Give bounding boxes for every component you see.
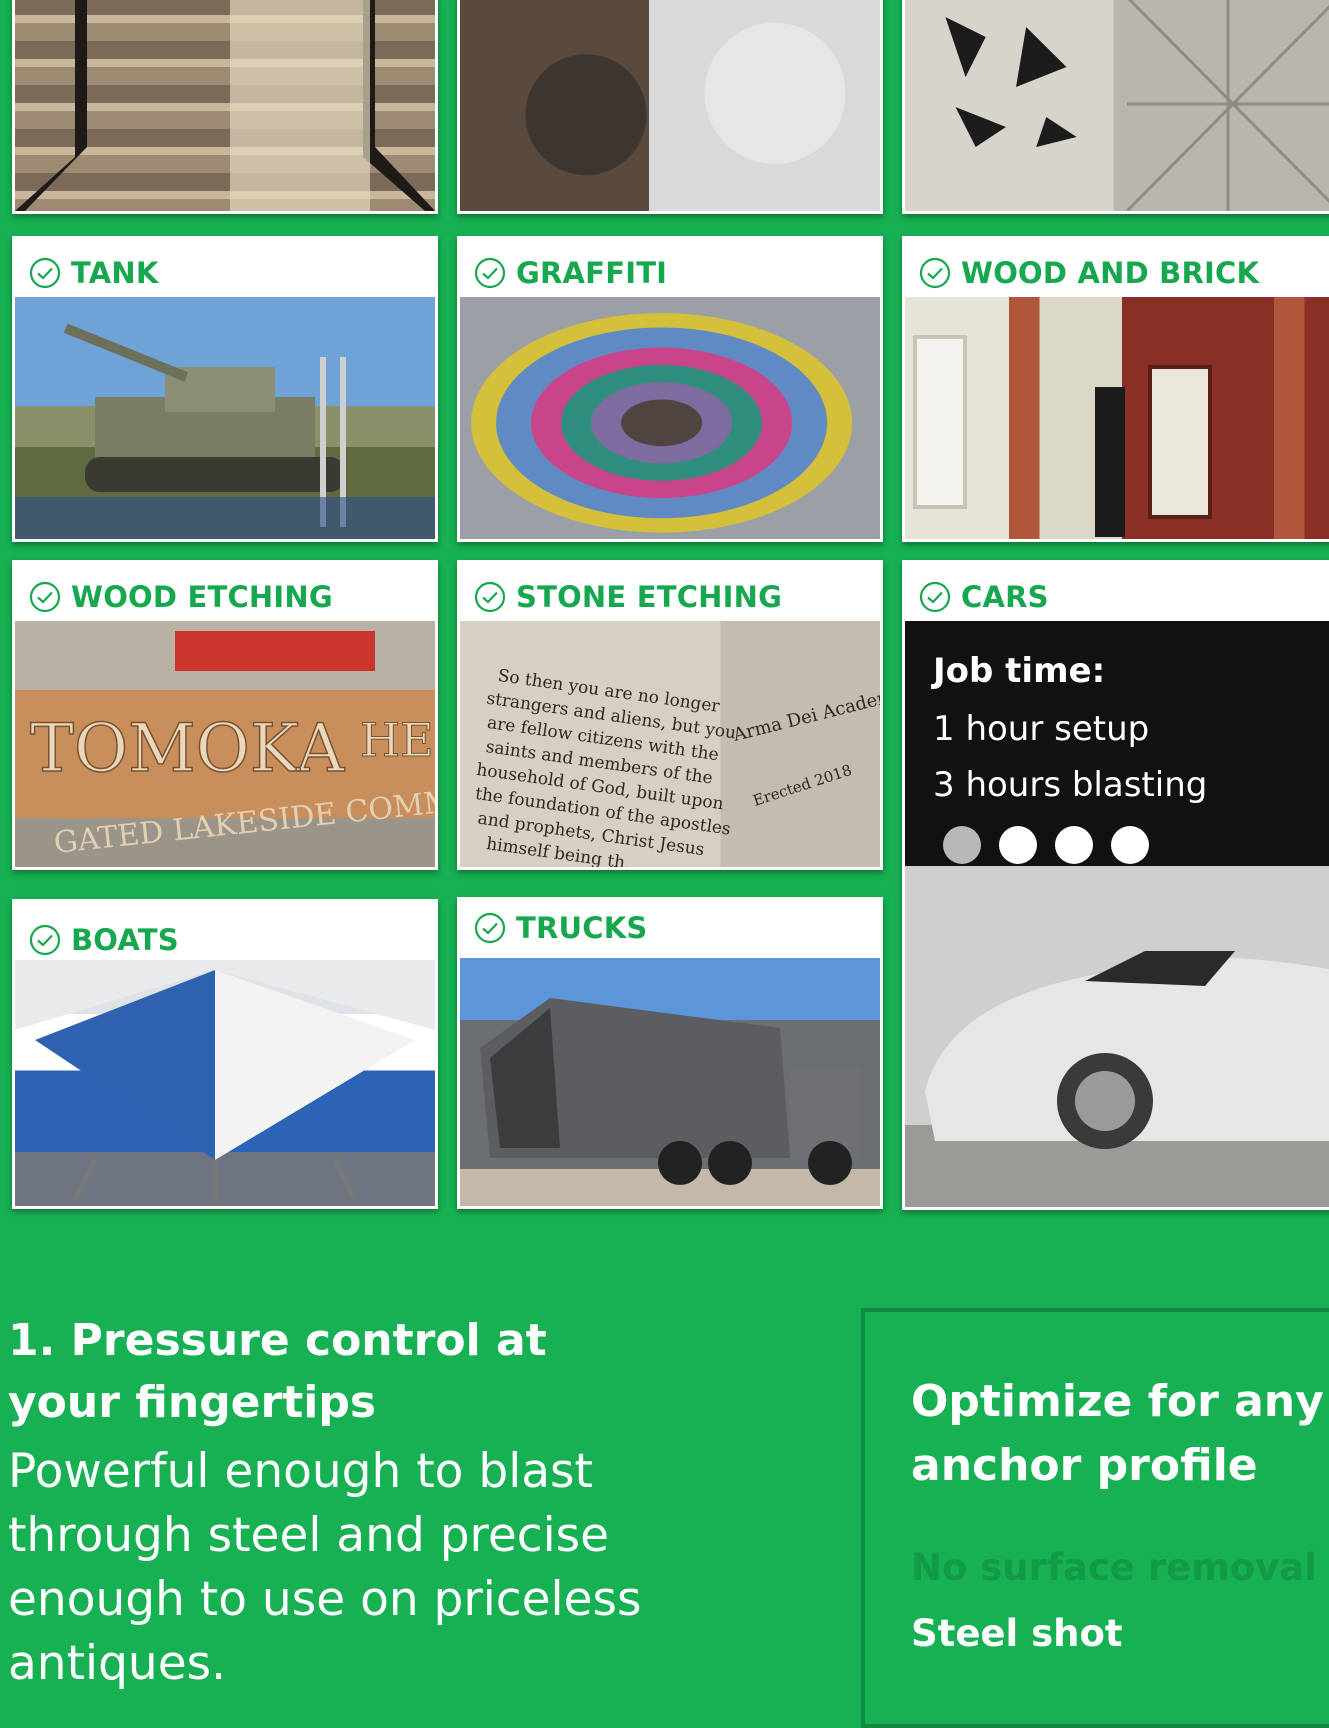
card-label-text: CARS [961,580,1049,614]
graffiti-photo [460,297,880,539]
gallery-card-wood-and-brick: WOOD AND BRICK [902,236,1329,542]
gallery-card-ceiling [902,0,1329,214]
check-circle-icon [29,257,61,289]
profile-option-inactive[interactable]: No surface removal [911,1546,1317,1589]
tank-photo [15,297,435,539]
card-label-text: STONE ETCHING [516,580,783,614]
card-label: WOOD ETCHING [29,577,333,617]
gallery-card-wheels [457,0,883,214]
job-time-panel: Job time: 1 hour setup 3 hours blasting [905,621,1329,866]
optimize-box-title: Optimize for any anchor profile [911,1370,1329,1498]
stone-side-text-2: Erected 2018 [751,761,854,810]
gallery-card-stairs [12,0,438,214]
card-label: TRUCKS [474,908,648,948]
feature-body-line: enough to use on priceless [8,1572,642,1627]
sign-text-line1b: HEI [360,713,435,767]
check-circle-icon [474,912,506,944]
card-label: BOATS [29,920,179,960]
carousel-dot-3[interactable] [1055,826,1093,864]
sign-text-line2: GATED LAKESIDE COMMU [52,781,435,860]
optimize-title-line1: Optimize for any [911,1376,1324,1427]
card-label-text: BOATS [71,923,179,957]
check-circle-icon [919,581,951,613]
profile-option-active[interactable]: Steel shot [911,1612,1123,1655]
ceiling-photo [905,0,1329,211]
card-label-text: TANK [71,256,159,290]
card-label: STONE ETCHING [474,577,782,617]
check-circle-icon [29,581,61,613]
feature-body-line: through steel and precise [8,1508,610,1563]
wheels-photo [460,0,880,211]
check-circle-icon [919,257,951,289]
job-time-title: Job time: [933,651,1106,691]
feature-body-line: antiques. [8,1636,227,1691]
card-label-text: WOOD ETCHING [71,580,333,614]
feature-heading: 1. Pressure control at your fingertips [8,1310,708,1434]
card-label: WOOD AND BRICK [919,253,1259,293]
gallery-card-cars: CARS Job time: 1 hour setup 3 hours blas… [902,560,1329,1210]
stairs-photo [15,0,435,211]
card-label: CARS [919,577,1049,617]
carousel-dot-2[interactable] [999,826,1037,864]
check-circle-icon [474,581,506,613]
card-label-text: WOOD AND BRICK [961,256,1260,290]
gallery-card-boats: BOATS [12,899,438,1209]
job-blasting-time: 3 hours blasting [933,765,1208,805]
card-label-text: GRAFFITI [516,256,668,290]
check-circle-icon [474,257,506,289]
card-label: TANK [29,253,159,293]
carousel-dot-1[interactable] [943,826,981,864]
optimize-title-line2: anchor profile [911,1440,1258,1491]
stone-etching-photo: So then you are no longer strangers and … [460,621,880,867]
carousel-dot-4[interactable] [1111,826,1149,864]
gallery-card-stone-etching: STONE ETCHING So then you are no longer … [457,560,883,870]
feature-body-line: Powerful enough to blast [8,1444,593,1499]
wood-etching-photo: TOMOKA HEI GATED LAKESIDE COMMU [15,621,435,867]
sign-text-line1: TOMOKA [30,710,345,787]
feature-heading-line2: your fingertips [8,1377,377,1428]
job-setup-time: 1 hour setup [933,709,1150,749]
gallery-card-tank: TANK [12,236,438,542]
optimize-profile-box: Optimize for any anchor profile No surfa… [861,1308,1329,1728]
feature-heading-line1: 1. Pressure control at [8,1315,547,1366]
feature-body: Powerful enough to blast through steel a… [8,1440,728,1696]
card-label-text: TRUCKS [516,911,648,945]
check-circle-icon [29,924,61,956]
wood-and-brick-photo [905,297,1329,539]
gallery-card-wood-etching: WOOD ETCHING TOMOKA HEI GATED LAKESIDE C… [12,560,438,870]
gallery-card-graffiti: GRAFFITI [457,236,883,542]
stone-side-text: Arma Dei Academy [730,683,880,746]
boat-photo [15,960,435,1206]
truck-photo [460,958,880,1206]
gallery-card-trucks: TRUCKS [457,897,883,1209]
card-label: GRAFFITI [474,253,667,293]
